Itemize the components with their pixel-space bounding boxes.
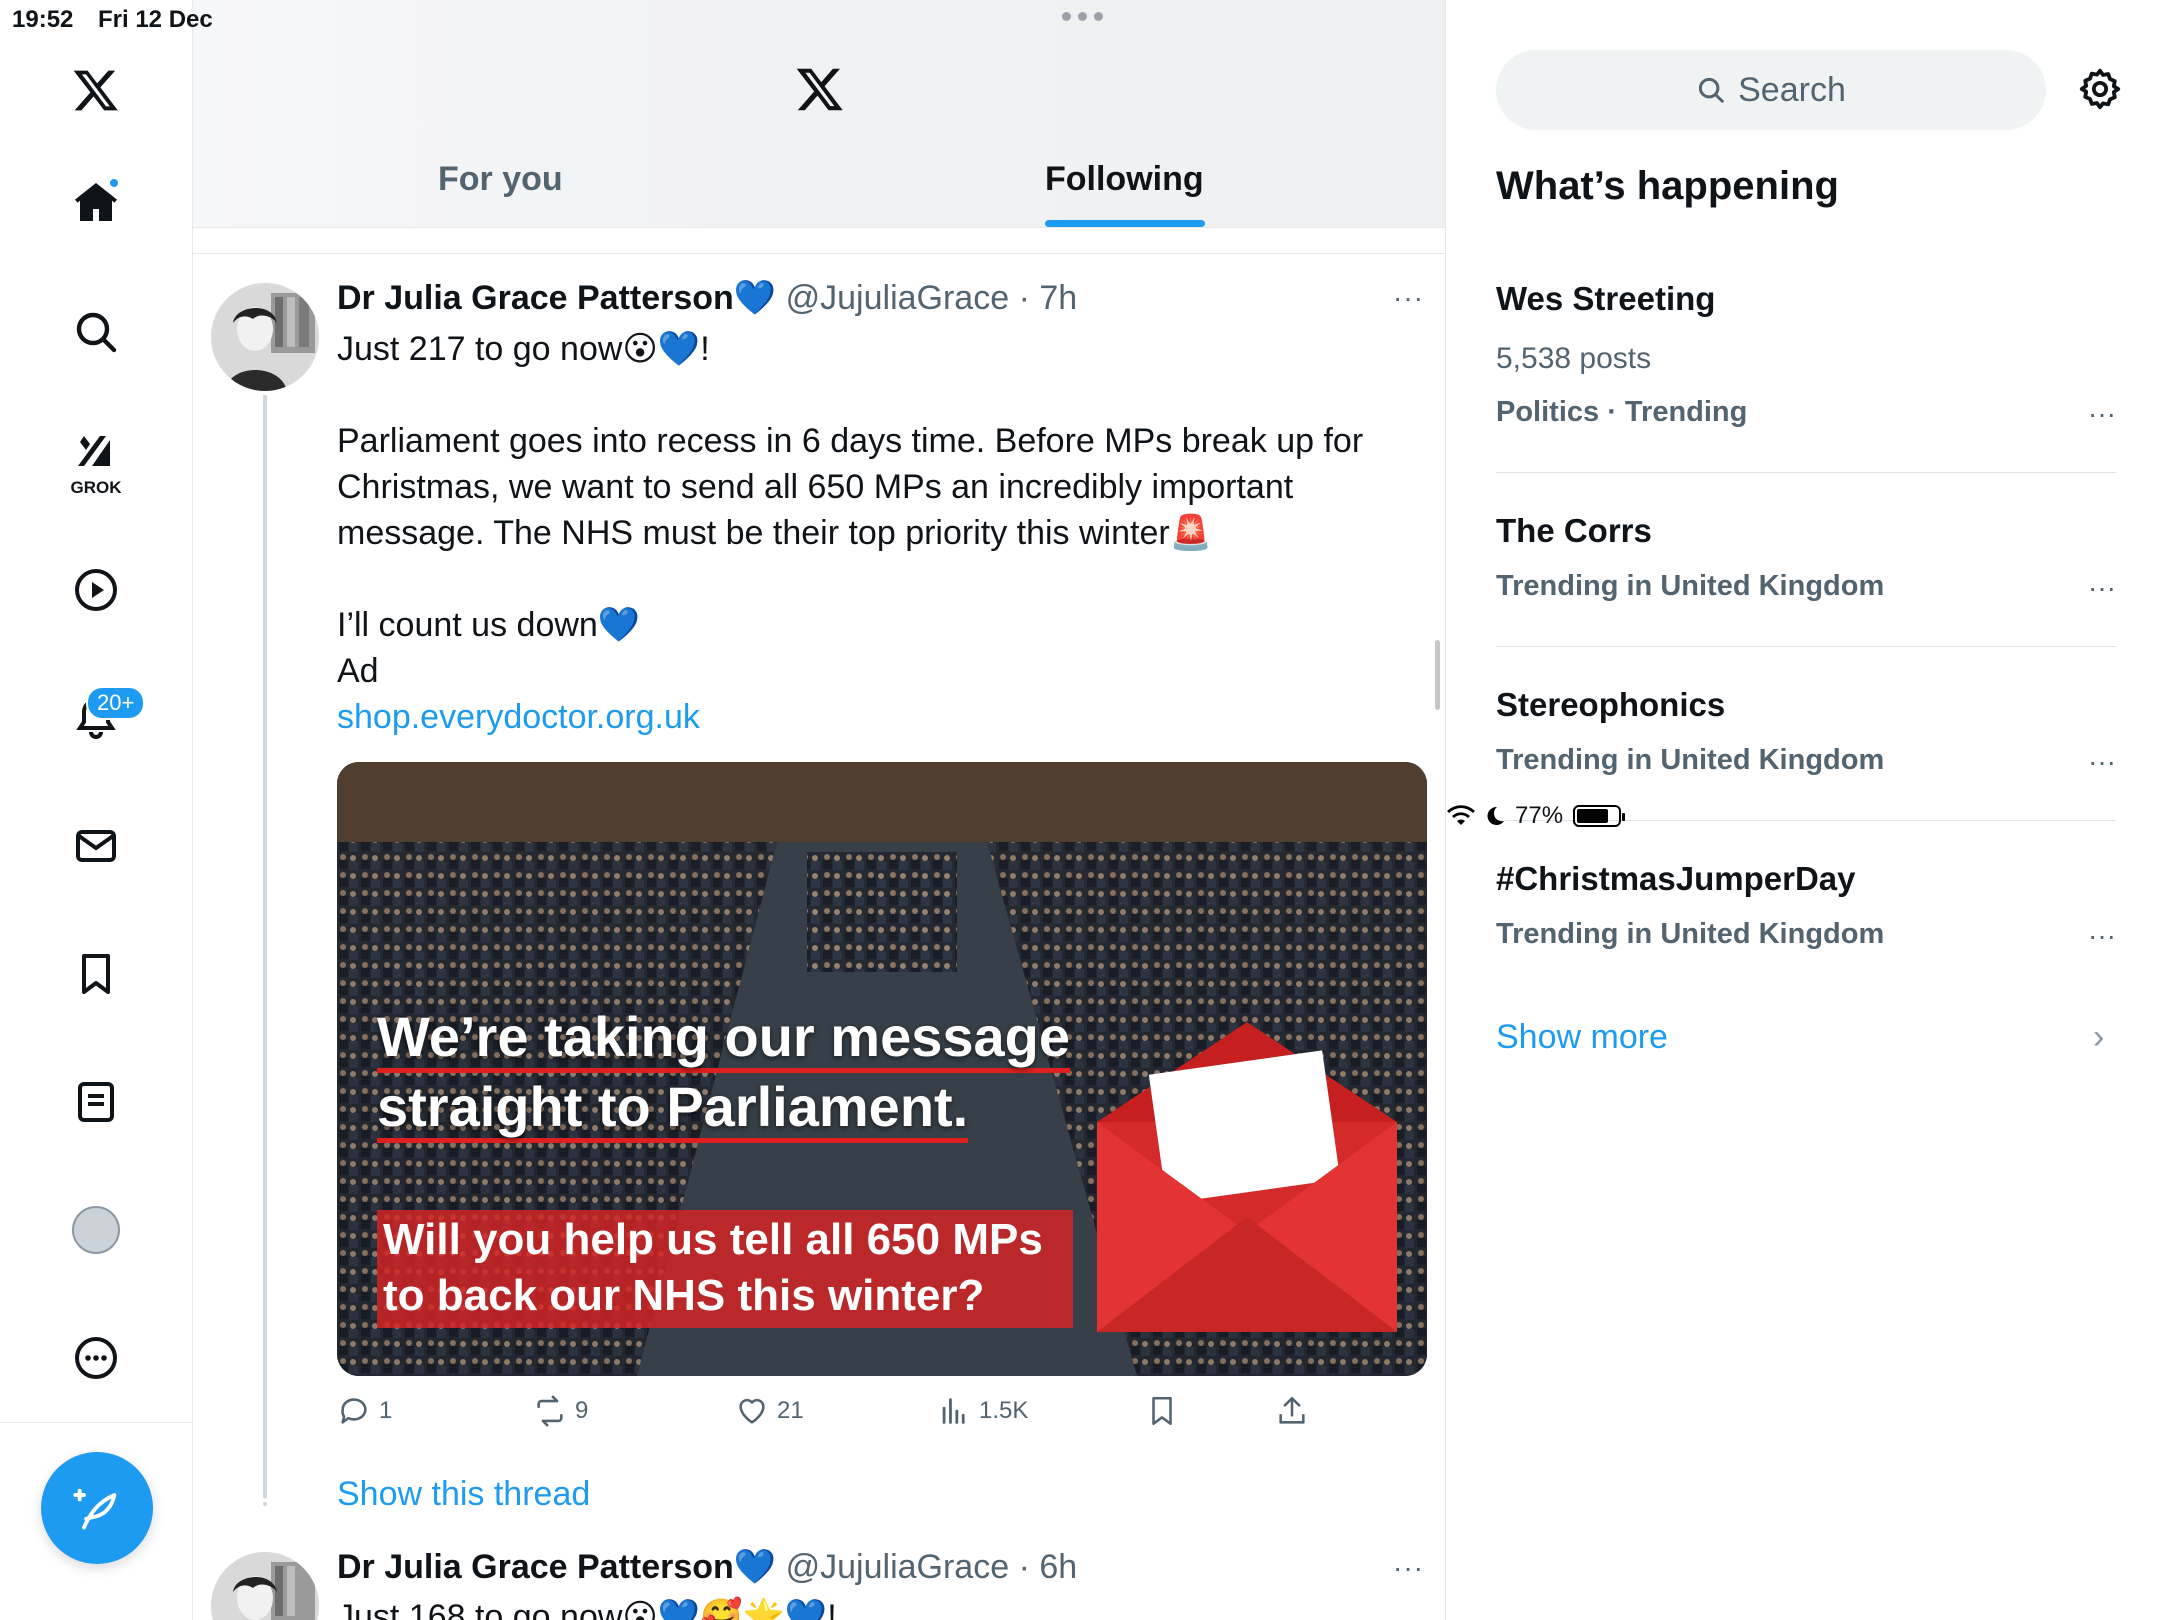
nav-bookmarks[interactable] [56,934,136,1014]
post-author-avatar[interactable] [211,283,319,391]
post-actions: 1 9 21 1.5K [337,1394,1337,1444]
post-author-handle[interactable]: @JujuliaGrace [786,1548,1010,1586]
verified-heart: 💙 [733,279,777,317]
post-text-line: message. The NHS must be their top prior… [337,514,1213,552]
more-circle-icon [75,1337,117,1379]
bookmark-icon [82,954,110,994]
grok-icon [78,436,110,466]
post-author-name[interactable]: Dr Julia Grace Patterson [337,1548,734,1586]
status-date: Fri 12 Dec [98,6,213,33]
x-logo-icon [73,70,118,111]
nav-video[interactable] [56,550,136,630]
tab-following[interactable]: Following [1045,160,1204,199]
status-bar: 19:52 Fri 12 Dec 77% [0,0,2160,829]
post-more-button[interactable]: ··· [1393,1552,1424,1584]
like-button[interactable]: 21 [735,1394,804,1428]
scrollbar[interactable] [1435,640,1440,710]
nav-home[interactable] [56,163,136,243]
analytics-icon [942,1398,965,1424]
verified-heart: 💙 [733,1548,777,1586]
play-icon [75,569,117,611]
home-new-dot [108,177,120,189]
post-header: Dr Julia Grace Patterson💙 @JujuliaGrace … [337,1547,1077,1587]
post-more-button[interactable]: ··· [1393,282,1424,314]
nav-more[interactable] [56,1318,136,1398]
post-link[interactable]: shop.everydoctor.org.uk [337,694,1387,740]
x-logo[interactable] [56,50,136,130]
reply-icon [341,1398,367,1424]
repost-count: 9 [575,1397,589,1424]
like-count: 21 [777,1397,804,1424]
views-button[interactable]: 1.5K [937,1394,1028,1428]
post-author-avatar[interactable] [211,1552,319,1620]
nav-messages[interactable] [56,806,136,886]
post-text-line: I’ll count us down💙 [337,606,641,644]
views-count: 1.5K [979,1397,1029,1424]
share-button[interactable] [1275,1394,1309,1428]
x-header-logo-icon [796,68,843,111]
post-body: Just 168 to go now😮💙🥰🌟💙! [337,1594,1387,1620]
post-author-handle[interactable]: @JujuliaGrace [786,279,1010,317]
post-text-line: Parliament goes into recess in 6 days ti… [337,422,1364,460]
reply-count: 1 [379,1397,393,1424]
post-text-line: Just 168 to go now😮💙🥰🌟💙! [337,1598,837,1620]
status-time: 19:52 [12,6,74,33]
notifications-badge: 20+ [86,686,146,720]
show-thread-link[interactable]: Show this thread [337,1475,590,1514]
repost-button[interactable]: 9 [533,1394,588,1428]
grok-label: GROK [70,478,122,497]
post-time[interactable]: · 7h [1019,279,1078,317]
envelope-icon [76,830,116,862]
post-body: Just 217 to go now😮💙! Parliament goes in… [337,326,1387,740]
thread-line [263,395,267,1495]
wifi-icon [1447,805,1475,825]
bookmark-button[interactable] [1145,1394,1179,1428]
reply-button[interactable]: 1 [337,1394,392,1428]
nav-lists[interactable] [56,1062,136,1142]
post-text-line: Just 217 to go now😮💙! [337,330,710,368]
bookmark-icon [1152,1396,1172,1426]
left-nav: GROK 20+ [0,0,193,1620]
media-headline: We’re taking our message straight to Par… [377,1002,1070,1143]
active-tab-indicator [1045,220,1205,227]
heart-icon [739,1398,765,1424]
battery-percent: 77% [1515,802,1564,829]
thread-dots [263,1480,267,1506]
nav-explore[interactable] [56,292,136,372]
moon-icon [1487,806,1504,825]
post-time[interactable]: · 6h [1019,1548,1078,1586]
timeline-separator [193,253,1445,254]
search-icon [76,312,117,353]
multitasking-handle[interactable] [1062,12,1103,21]
compose-feather-icon [73,1488,117,1530]
share-icon [1279,1396,1305,1424]
list-icon [78,1082,114,1122]
post-ad-label: Ad [337,652,379,690]
profile-avatar[interactable] [72,1206,120,1254]
repost-icon [537,1395,563,1427]
compose-button[interactable] [41,1452,153,1564]
post-media-image[interactable]: We’re taking our message straight to Par… [337,762,1427,1376]
post-text-line: Christmas, we want to send all 650 MPs a… [337,468,1294,506]
post-author-name[interactable]: Dr Julia Grace Patterson [337,279,734,317]
timeline: For you Following Dr Julia Grace Patters… [193,0,1446,1620]
nav-divider [0,1422,193,1423]
media-question: Will you help us tell all 650 MPs to bac… [383,1215,1043,1320]
tab-for-you[interactable]: For you [438,160,563,199]
post-header: Dr Julia Grace Patterson💙 @JujuliaGrace … [337,278,1077,318]
battery-icon [1573,805,1626,827]
